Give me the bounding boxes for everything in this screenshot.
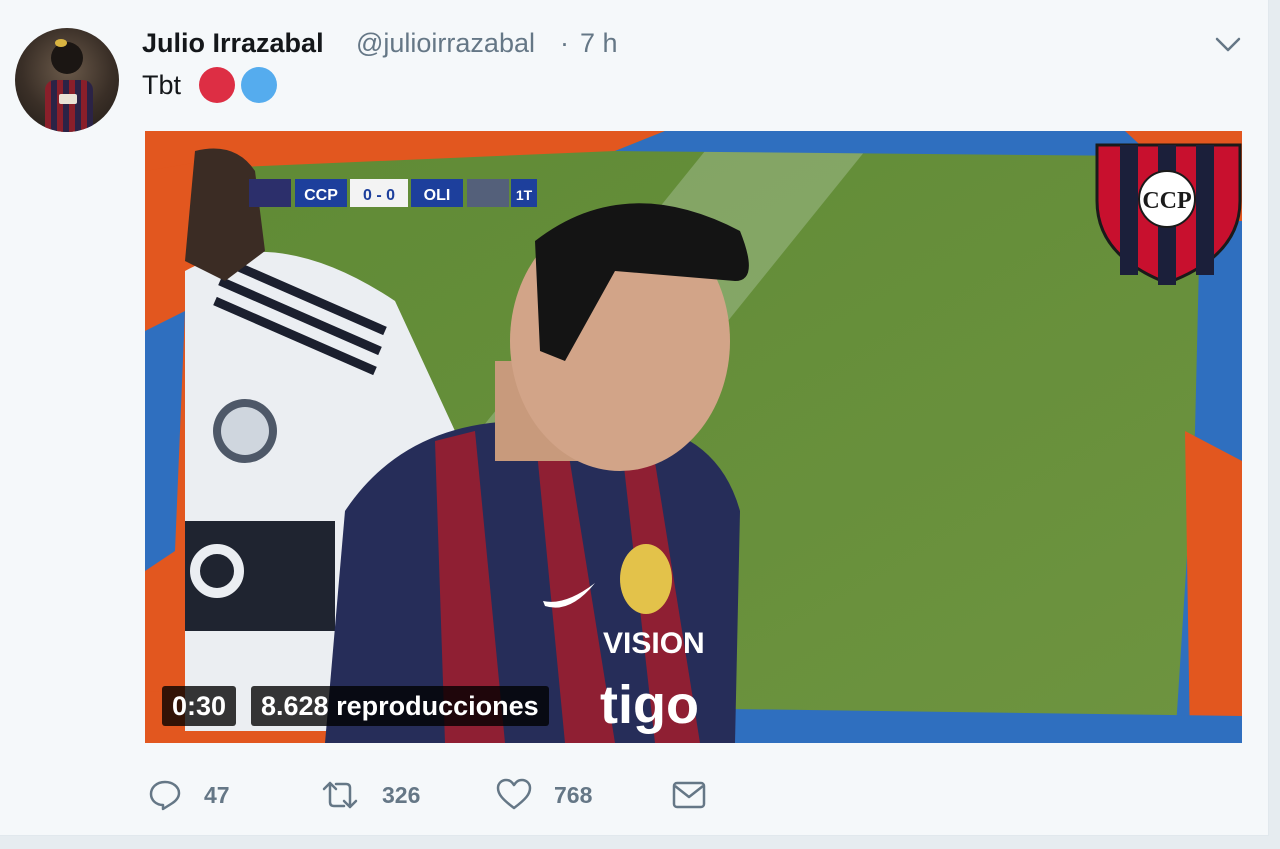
scoreboard-score: 0 - 0 — [363, 187, 395, 204]
retweet-count: 326 — [382, 781, 421, 808]
author-name[interactable]: Julio Irrazabal — [142, 28, 324, 59]
retweet-icon — [322, 781, 358, 809]
avatar[interactable] — [15, 28, 119, 132]
shirt-sponsor-bottom: tigo — [600, 675, 699, 735]
retweet-button[interactable]: 326 — [320, 770, 420, 820]
tweet-card[interactable]: Julio Irrazabal @julioirrazabal · 7 h Tb… — [0, 0, 1269, 836]
scoreboard-period: 1T — [516, 187, 533, 203]
like-button[interactable]: 768 — [496, 770, 592, 820]
video-duration-badge: 0:30 — [162, 686, 237, 726]
direct-message-button[interactable] — [672, 770, 706, 820]
shirt-sponsor-top: VISION — [603, 627, 705, 660]
scoreboard-away: OLI — [424, 187, 451, 204]
author-handle[interactable]: @julioirrazabal — [356, 28, 535, 59]
crest-text: CCP — [1142, 188, 1191, 214]
like-count: 768 — [554, 781, 593, 808]
tweet-actions: 47 326 768 — [0, 770, 1268, 820]
reply-icon — [149, 780, 181, 811]
blue-circle-emoji — [241, 67, 277, 103]
red-circle-emoji — [199, 67, 235, 103]
video-frame: VISION tigo CCP 0 - 0 OLI 1T CCP — [145, 131, 1242, 743]
reply-count: 47 — [204, 781, 230, 808]
reply-button[interactable]: 47 — [148, 770, 230, 820]
chevron-down-icon[interactable] — [1214, 32, 1242, 56]
video-views-badge: 8.628 reproducciones — [251, 686, 549, 726]
avatar-shirt — [45, 80, 93, 132]
video-player[interactable]: VISION tigo CCP 0 - 0 OLI 1T CCP 0:30 8.… — [145, 131, 1242, 743]
envelope-icon — [672, 781, 706, 809]
meta-separator: · — [560, 28, 569, 58]
tweet-timestamp[interactable]: 7 h — [580, 28, 618, 59]
avatar-face — [51, 39, 83, 74]
tweet-text: Tbt — [142, 70, 182, 100]
scoreboard-home: CCP — [304, 187, 338, 204]
heart-icon — [496, 778, 532, 810]
